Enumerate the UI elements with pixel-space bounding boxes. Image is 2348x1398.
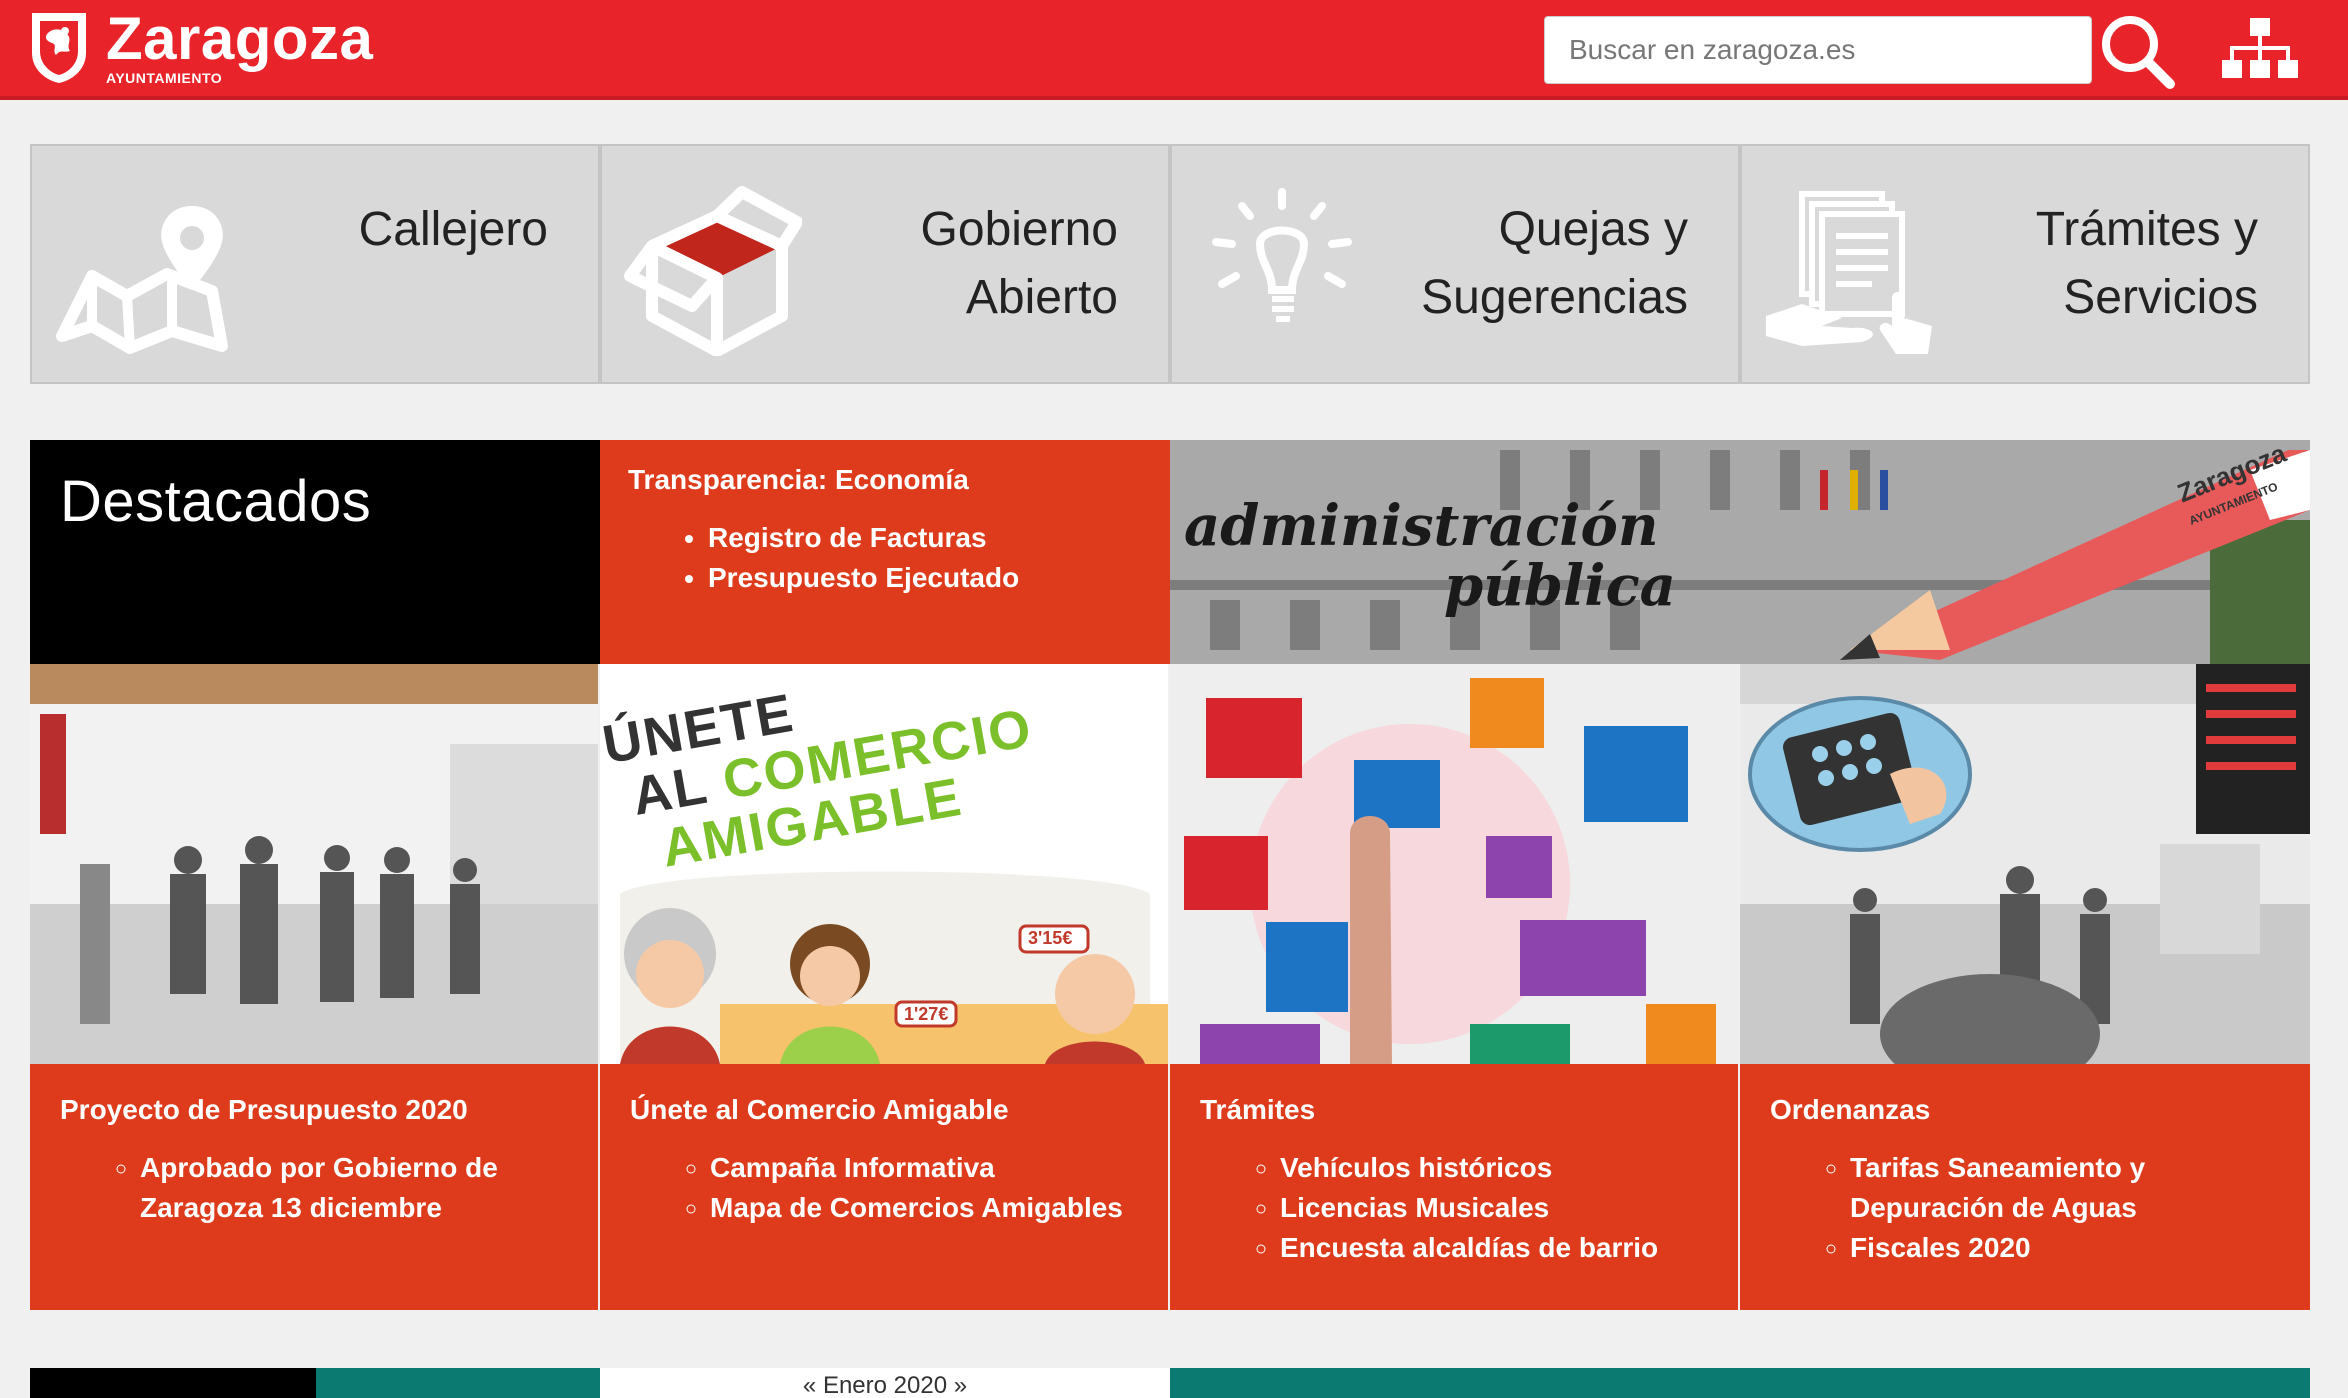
section-title: Destacados xyxy=(60,469,372,534)
tile-label: Callejero xyxy=(358,203,548,256)
search-button[interactable] xyxy=(2096,10,2180,94)
banner-text: administración pública xyxy=(1184,496,1676,616)
card-list: Campaña Informativa Mapa de Comercios Am… xyxy=(630,1148,1138,1228)
card-body: Ordenanzas Tarifas Saneamiento y Depurac… xyxy=(1740,1064,2310,1310)
tile-tramites-servicios[interactable]: Trámites y Servicios xyxy=(1740,144,2310,384)
card-body: Trámites Vehículos históricos Licencias … xyxy=(1170,1064,1738,1310)
office-photo xyxy=(30,664,598,1064)
logo-name: Zaragoza xyxy=(106,5,374,72)
sitemap-icon xyxy=(2222,18,2298,78)
card-presupuesto[interactable]: Proyecto de Presupuesto 2020 Aprobado po… xyxy=(30,664,600,1310)
card-heading[interactable]: Proyecto de Presupuesto 2020 xyxy=(60,1094,568,1126)
app-icons-illustration xyxy=(1170,664,1738,1064)
featured-top-row: Destacados Transparencia: Economía Regis… xyxy=(30,440,2310,664)
featured-cards: Proyecto de Presupuesto 2020 Aprobado po… xyxy=(30,664,2310,1310)
list-item[interactable]: Fiscales 2020 xyxy=(1850,1228,2280,1268)
logo-subtitle: AYUNTAMIENTO xyxy=(106,70,223,86)
card-body: Proyecto de Presupuesto 2020 Aprobado po… xyxy=(30,1064,598,1310)
shop-characters-illustration xyxy=(620,871,1168,1064)
price-tag: 3'15€ xyxy=(1028,928,1073,948)
tile-gobierno-abierto[interactable]: Gobierno Abierto xyxy=(600,144,1170,384)
tile-label: Trámites y Servicios xyxy=(2035,203,2258,324)
list-item[interactable]: Licencias Musicales xyxy=(1280,1188,1708,1228)
tile-label: Quejas y Sugerencias xyxy=(1421,203,1688,324)
calculator-office-illustration xyxy=(1740,664,2310,1064)
list-item[interactable]: Tarifas Saneamiento y Depuración de Agua… xyxy=(1850,1148,2280,1228)
open-box-icon xyxy=(624,186,802,356)
tile-quejas-sugerencias[interactable]: Quejas y Sugerencias xyxy=(1170,144,1740,384)
bottom-teal-wide-block xyxy=(1170,1368,2310,1398)
list-item[interactable]: Encuesta alcaldías de barrio xyxy=(1280,1228,1708,1268)
comercio-amigable-image: ÚNETE AL COMERCIO AMIGABLE 3'15€ 1'27€ xyxy=(600,664,1168,1064)
list-item[interactable]: Campaña Informativa xyxy=(710,1148,1138,1188)
card-body: Únete al Comercio Amigable Campaña Infor… xyxy=(600,1064,1168,1310)
calendar-header[interactable]: « Enero 2020 » xyxy=(600,1368,1170,1398)
sitemap-button[interactable] xyxy=(2220,12,2300,92)
list-item[interactable]: Vehículos históricos xyxy=(1280,1148,1708,1188)
tile-label: Gobierno Abierto xyxy=(920,203,1118,324)
transparency-list: Registro de Facturas Presupuesto Ejecuta… xyxy=(628,518,1142,598)
logo-text: Zaragoza AYUNTAMIENTO xyxy=(106,5,374,87)
card-list: Vehículos históricos Licencias Musicales… xyxy=(1200,1148,1708,1268)
ordenanzas-photo xyxy=(1740,664,2310,1064)
tile-callejero[interactable]: Callejero xyxy=(30,144,600,384)
list-item[interactable]: Mapa de Comercios Amigables xyxy=(710,1188,1138,1228)
transparency-heading[interactable]: Transparencia: Economía xyxy=(628,464,1142,496)
card-tramites[interactable]: Trámites Vehículos históricos Licencias … xyxy=(1170,664,1740,1310)
card-heading[interactable]: Trámites xyxy=(1200,1094,1708,1126)
lightbulb-icon xyxy=(1212,188,1352,322)
price-tag: 1'27€ xyxy=(904,1004,949,1024)
card-list: Aprobado por Gobierno de Zaragoza 13 dic… xyxy=(60,1148,568,1228)
site-header: Zaragoza AYUNTAMIENTO xyxy=(0,0,2348,100)
list-item[interactable]: Registro de Facturas xyxy=(708,518,1142,558)
documents-hand-icon xyxy=(1766,191,1932,354)
zaragoza-logo[interactable]: Zaragoza AYUNTAMIENTO xyxy=(30,5,374,87)
card-ordenanzas[interactable]: Ordenanzas Tarifas Saneamiento y Depurac… xyxy=(1740,664,2310,1310)
list-item[interactable]: Presupuesto Ejecutado xyxy=(708,558,1142,598)
search-input[interactable] xyxy=(1544,16,2092,84)
transparency-box: Transparencia: Economía Registro de Fact… xyxy=(600,440,1170,664)
banner-line-2: pública xyxy=(1444,553,1676,619)
card-heading[interactable]: Ordenanzas xyxy=(1770,1094,2280,1126)
bottom-black-block xyxy=(30,1368,316,1398)
office-people-illustration xyxy=(30,664,598,1064)
card-list: Tarifas Saneamiento y Depuración de Agua… xyxy=(1770,1148,2280,1268)
banner-line-1: administración xyxy=(1184,493,1659,559)
card-comercio-amigable[interactable]: ÚNETE AL COMERCIO AMIGABLE 3'15€ 1'27€ Ú… xyxy=(600,664,1170,1310)
search-icon xyxy=(2102,16,2175,89)
map-pin-icon xyxy=(56,206,228,354)
list-item[interactable]: Aprobado por Gobierno de Zaragoza 13 dic… xyxy=(140,1148,568,1228)
bottom-section: « Enero 2020 » xyxy=(30,1368,2310,1398)
city-shield-icon xyxy=(32,13,86,83)
destacados-heading-block: Destacados xyxy=(30,440,600,664)
quick-access-tiles: Callejero Gobierno Abierto Quejas y Suge… xyxy=(30,144,2310,384)
administracion-publica-banner[interactable]: administración pública Zaragoza AYUNTAMI… xyxy=(1170,440,2310,664)
bottom-teal-block xyxy=(316,1368,600,1398)
tramites-icons-image xyxy=(1170,664,1738,1064)
card-heading[interactable]: Únete al Comercio Amigable xyxy=(630,1094,1138,1126)
